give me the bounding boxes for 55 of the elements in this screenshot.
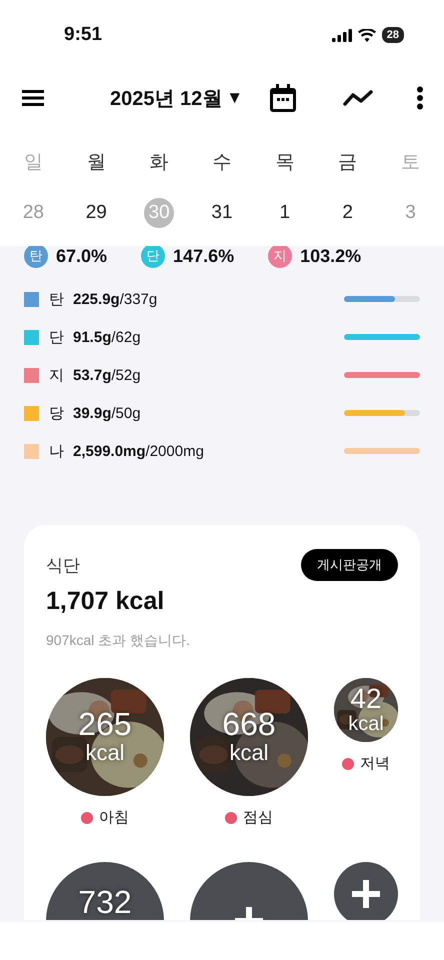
weekday-label: 토 (401, 151, 420, 175)
nutrient-label: 탄 (49, 290, 65, 308)
weekday-label: 화 (150, 151, 169, 175)
date-item[interactable]: 31 (206, 198, 237, 228)
nutrient-badge: 지 (268, 246, 292, 268)
nutrient-amount: 39.9g/50g (73, 404, 141, 422)
meal-label: 점심 (243, 808, 273, 827)
meal-dot-icon (225, 812, 237, 824)
weekday-label: 일 (24, 151, 43, 175)
month-caret[interactable]: ▼ (226, 88, 244, 108)
nutrient-badge: 탄 (24, 246, 48, 268)
ratio-value: 103.2% (300, 246, 362, 266)
share-button[interactable]: 게시판공개 (301, 549, 398, 581)
meal-calories: 668 (222, 708, 276, 740)
battery-level: 28 (382, 27, 404, 43)
meal-dot-icon (81, 812, 93, 824)
calendar-icon[interactable] (270, 84, 296, 112)
meal-label: 저녁 (360, 754, 390, 773)
weekday-label: 수 (212, 151, 232, 175)
meal-calories: 732 (78, 888, 132, 916)
calorie-unit: kcal (229, 740, 269, 766)
card-title: 식단 (46, 554, 80, 576)
ratio-value: 67.0% (56, 246, 108, 266)
plus-icon (352, 880, 380, 908)
nutrient-label: 당 (49, 404, 65, 422)
meal-dot-icon (342, 758, 354, 770)
date-item[interactable]: 2 (332, 198, 363, 228)
meal-photo[interactable]: 668 kcal (190, 678, 308, 796)
nutrient-amount: 2,599.0mg/2000mg (73, 442, 204, 460)
month-title[interactable]: 2025년 12월 (110, 84, 222, 112)
calorie-note: 907kcal 초과 했습니다. (46, 632, 191, 650)
nutrient-label: 지 (49, 366, 65, 384)
weekday-label: 금 (338, 151, 358, 175)
status-time: 9:51 (64, 24, 102, 46)
date-item[interactable]: 1 (270, 198, 300, 228)
nutrient-amount: 91.5g/62g (73, 328, 141, 346)
nutrient-label: 나 (49, 442, 65, 460)
weekday-label: 월 (86, 151, 106, 175)
add-meal-button[interactable] (334, 862, 398, 920)
more-icon[interactable] (416, 86, 424, 110)
meal-label: 아침 (99, 808, 129, 827)
weekday-label: 목 (275, 151, 294, 175)
nutrient-label: 단 (49, 328, 65, 346)
menu-icon[interactable] (22, 89, 44, 107)
trend-line-icon[interactable] (342, 89, 374, 107)
ratio-value: 147.6% (173, 246, 234, 266)
nutrient-amount: 225.9g/337g (73, 290, 158, 308)
meal-calories: 42 (350, 685, 382, 713)
nutrient-amount: 53.7g/52g (73, 366, 141, 384)
nutrient-badge: 단 (141, 246, 166, 268)
wifi-icon (358, 28, 376, 42)
meal-circle[interactable]: 732 (46, 862, 164, 920)
date-item[interactable]: 29 (81, 198, 112, 228)
total-calories: 1,707 kcal (46, 587, 166, 616)
signal-icon (332, 28, 352, 42)
